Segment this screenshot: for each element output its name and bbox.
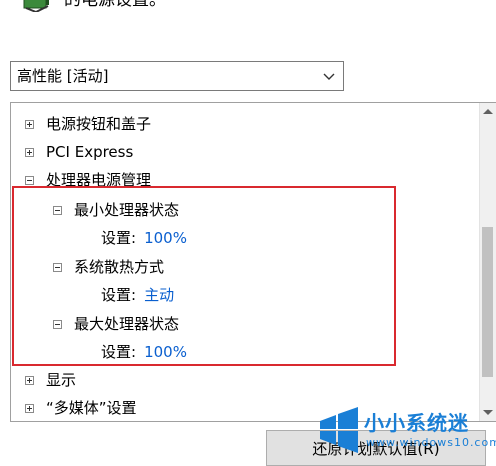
tree-item-system-cooling-policy[interactable]: 系统散热方式 xyxy=(53,256,164,278)
setting-row-min-processor-state[interactable]: 设置: 100% xyxy=(101,227,187,249)
scroll-down-arrow-icon[interactable] xyxy=(483,410,493,415)
power-plan-selected: 高性能 [活动] xyxy=(17,67,109,85)
setting-value-link[interactable]: 100% xyxy=(144,341,187,363)
restore-plan-defaults-button[interactable]: 还原计划默认值(R) xyxy=(266,430,486,466)
setting-value-link[interactable]: 100% xyxy=(144,227,187,249)
tree-item-power-buttons-lid[interactable]: 电源按钮和盖子 xyxy=(25,113,151,135)
collapse-minus-icon[interactable] xyxy=(53,319,62,329)
tree-item-processor-power-management[interactable]: 处理器电源管理 xyxy=(25,169,151,191)
header-text: 的电源设置。 xyxy=(64,0,166,10)
expand-plus-icon[interactable] xyxy=(25,147,34,157)
tree-item-label: 处理器电源管理 xyxy=(46,171,152,189)
power-plan-select[interactable]: 高性能 [活动] xyxy=(10,61,344,91)
tree-item-label: “多媒体”设置 xyxy=(46,399,137,417)
setting-label: 设置: xyxy=(101,286,137,304)
setting-row-system-cooling-policy[interactable]: 设置: 主动 xyxy=(101,284,174,306)
expand-plus-icon[interactable] xyxy=(25,119,34,129)
tree-item-label: 最大处理器状态 xyxy=(74,315,180,333)
tree-item-label: 显示 xyxy=(46,371,77,389)
collapse-minus-icon[interactable] xyxy=(53,205,62,215)
tree-item-multimedia-settings[interactable]: “多媒体”设置 xyxy=(25,397,137,419)
settings-tree[interactable]: 电源按钮和盖子 PCI Express 处理器电源管理 最小处理器状态 设置: … xyxy=(10,102,496,422)
setting-row-max-processor-state[interactable]: 设置: 100% xyxy=(101,341,187,363)
collapse-minus-icon[interactable] xyxy=(53,262,62,272)
tree-item-min-processor-state[interactable]: 最小处理器状态 xyxy=(53,199,179,221)
expand-plus-icon[interactable] xyxy=(25,403,34,413)
vertical-scrollbar[interactable] xyxy=(479,103,496,421)
tree-item-label: PCI Express xyxy=(46,143,134,161)
setting-label: 设置: xyxy=(101,229,137,247)
tree-item-label: 最小处理器状态 xyxy=(74,201,180,219)
tree-item-label: 电源按钮和盖子 xyxy=(46,115,152,133)
tree-item-pci-express[interactable]: PCI Express xyxy=(25,141,133,163)
chevron-down-icon xyxy=(323,73,335,80)
setting-value-link[interactable]: 主动 xyxy=(144,284,174,306)
expand-plus-icon[interactable] xyxy=(25,375,34,385)
tree-item-label: 系统散热方式 xyxy=(74,258,165,276)
collapse-minus-icon[interactable] xyxy=(25,175,34,185)
tree-item-max-processor-state[interactable]: 最大处理器状态 xyxy=(53,313,179,335)
tree-item-display[interactable]: 显示 xyxy=(25,369,76,391)
setting-label: 设置: xyxy=(101,343,137,361)
scroll-up-arrow-icon[interactable] xyxy=(483,109,493,114)
scroll-thumb[interactable] xyxy=(482,227,493,377)
battery-plug-icon xyxy=(23,0,49,12)
